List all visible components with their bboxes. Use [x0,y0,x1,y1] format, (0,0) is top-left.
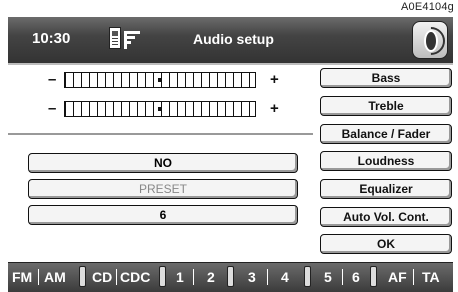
source-fm[interactable]: FM [12,269,32,285]
equalizer-button[interactable]: Equalizer [320,179,452,199]
bass-button[interactable]: Bass [320,68,452,88]
separator [116,269,117,285]
separator [413,269,414,285]
auto-vol-cont-button[interactable]: Auto Vol. Cont. [320,207,452,227]
source-ta[interactable]: TA [422,269,440,285]
auto-vol-value: 6 [28,205,298,225]
equalizer-value: PRESET [28,179,298,199]
treble-increase[interactable]: + [270,100,279,117]
preset-3[interactable]: 3 [248,269,256,285]
phone-icon[interactable] [109,27,121,49]
clip-icon [79,266,86,287]
separator [193,269,194,285]
ok-button[interactable]: OK [320,234,452,254]
treble-slider-track[interactable] [64,101,256,117]
treble-decrease[interactable]: – [48,100,56,117]
bass-decrease[interactable]: – [48,71,56,88]
separator [38,269,39,285]
preset-2[interactable]: 2 [207,269,215,285]
loudness-value: NO [28,153,298,173]
clip-icon [304,266,311,287]
clock: 10:30 [32,30,71,47]
preset-4[interactable]: 4 [281,269,289,285]
separator [342,269,343,285]
balance-fader-button[interactable]: Balance / Fader [320,124,452,144]
divider [8,133,313,135]
page-title: Audio setup [193,31,274,47]
source-am[interactable]: AM [44,269,66,285]
bass-slider-track[interactable] [64,72,256,88]
header-bar: 10:30 Audio setup [8,17,453,65]
clip-icon [227,266,234,287]
clip-icon [159,266,166,287]
source-cd[interactable]: CD [92,269,112,285]
treble-slider[interactable]: – + [48,100,288,120]
source-cdc[interactable]: CDC [120,269,150,285]
source-af[interactable]: AF [388,269,407,285]
audio-setup-screen: 10:30 Audio setup – + – + NO PRESET 6 Ba… [8,17,453,292]
preset-1[interactable]: 1 [176,269,184,285]
loudness-button[interactable]: Loudness [320,151,452,171]
clip-icon [370,266,377,287]
preset-5[interactable]: 5 [324,269,332,285]
preset-6[interactable]: 6 [352,269,360,285]
document-icon[interactable] [124,31,140,49]
source-bar: FM AM CD CDC 1 2 3 4 5 6 AF TA [8,262,453,292]
treble-button[interactable]: Treble [320,96,452,116]
figure-code: A0E4104g [401,1,454,13]
bass-slider[interactable]: – + [48,71,288,91]
treble-slider-marker [158,107,162,111]
speaker-icon[interactable] [411,21,451,61]
separator [267,269,268,285]
bass-slider-marker [158,78,162,82]
bass-increase[interactable]: + [270,71,279,88]
